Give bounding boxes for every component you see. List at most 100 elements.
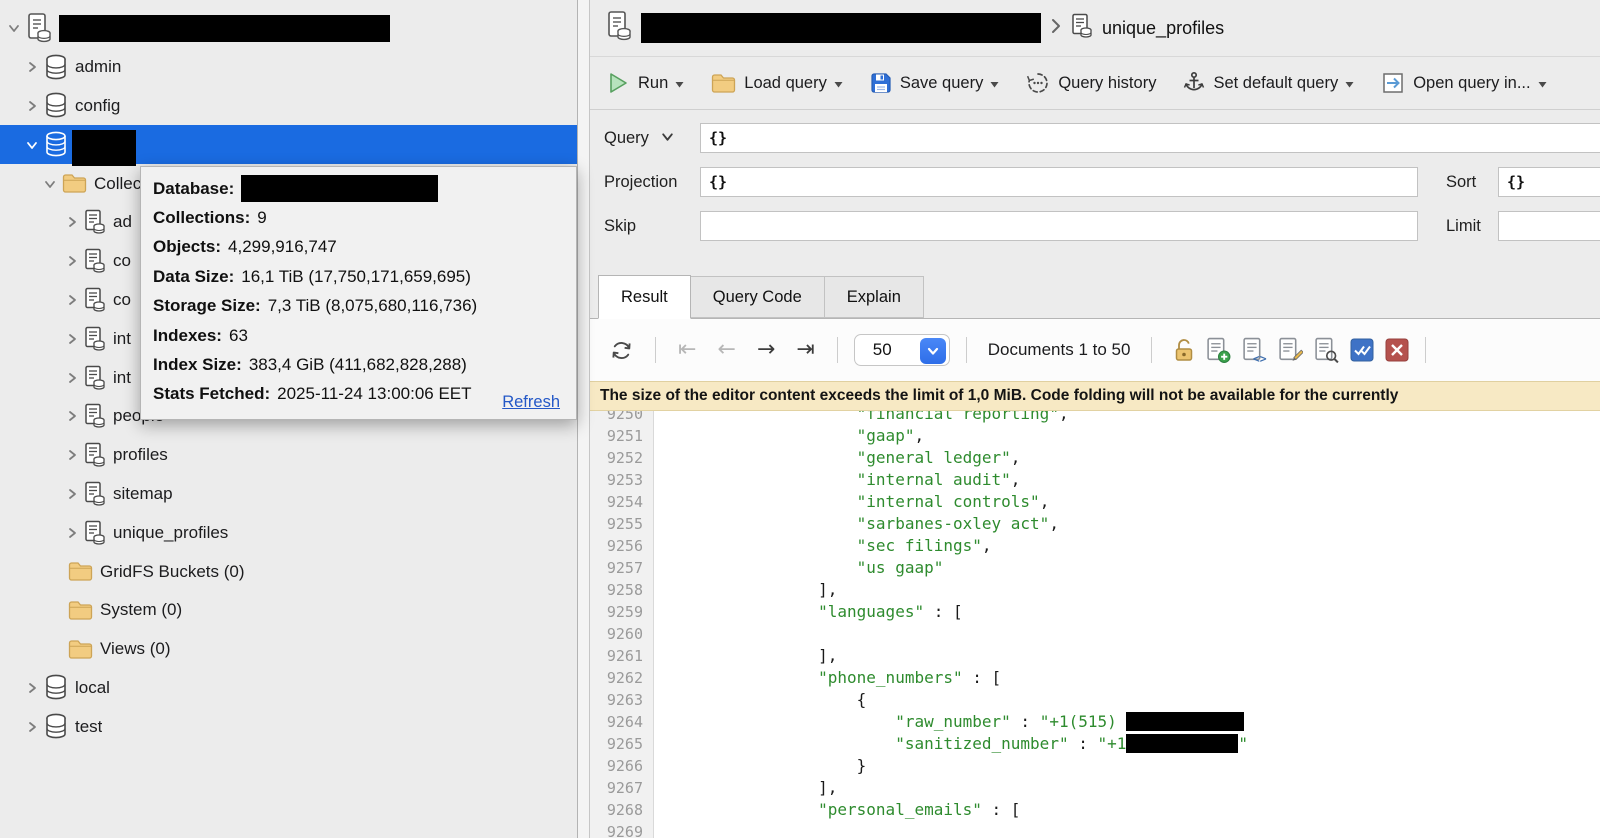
chevron-right-icon[interactable] bbox=[64, 488, 80, 500]
edit-document-icon[interactable] bbox=[1278, 337, 1303, 364]
sort-input[interactable] bbox=[1498, 167, 1600, 197]
run-button[interactable]: Run bbox=[606, 71, 684, 95]
query-history-button[interactable]: Query history bbox=[1026, 71, 1156, 95]
document-action-icons: <> bbox=[1173, 337, 1409, 364]
editor-line: 9257 "us gaap" bbox=[590, 557, 1600, 579]
db-icon bbox=[44, 674, 68, 701]
chevron-down-icon[interactable] bbox=[24, 139, 40, 151]
chevron-right-icon[interactable] bbox=[64, 294, 80, 306]
editor-line: 9250 "financial reporting", bbox=[590, 411, 1600, 425]
chevron-right-icon[interactable] bbox=[64, 410, 80, 422]
tooltip-row: Indexes:63 bbox=[153, 321, 564, 350]
results-toolbar: ⇤ ← → ⇥ 50 Documents 1 to 50 <> bbox=[590, 319, 1600, 381]
sidebar-item-collection-profiles[interactable]: profiles bbox=[0, 436, 577, 475]
editor-line: 9265 "sanitized_number" : "+1" bbox=[590, 733, 1600, 755]
query-input[interactable] bbox=[700, 123, 1600, 153]
refresh-results-icon[interactable] bbox=[604, 337, 639, 364]
folder-icon bbox=[68, 600, 93, 621]
collection-icon bbox=[84, 326, 106, 352]
chevron-down-icon[interactable] bbox=[6, 22, 22, 34]
page-size-select[interactable]: 50 bbox=[854, 334, 950, 366]
chevron-right-icon[interactable] bbox=[64, 527, 80, 539]
chevron-right-icon[interactable] bbox=[64, 255, 80, 267]
editor-line: 9267 ], bbox=[590, 777, 1600, 799]
check-all-icon[interactable] bbox=[1350, 338, 1374, 362]
line-number: 9258 bbox=[590, 579, 654, 601]
sidebar-item-connection[interactable] bbox=[0, 9, 577, 48]
next-page-icon[interactable]: → bbox=[751, 339, 781, 361]
open-query-in-button[interactable]: Open query in... bbox=[1381, 71, 1546, 95]
line-number: 9253 bbox=[590, 469, 654, 491]
collection-icon bbox=[84, 403, 106, 429]
lock-open-icon[interactable] bbox=[1173, 337, 1195, 363]
save-icon bbox=[870, 72, 892, 94]
chevron-down-icon[interactable] bbox=[661, 129, 674, 148]
collection-icon bbox=[84, 365, 106, 391]
query-panel: unique_profiles Run Load query Save query Q… bbox=[590, 0, 1600, 838]
tab-query-code[interactable]: Query Code bbox=[691, 276, 825, 318]
add-document-icon[interactable] bbox=[1206, 337, 1231, 364]
sidebar-item-gridfs-buckets-folder[interactable]: GridFS Buckets (0) bbox=[0, 552, 577, 591]
panel-splitter[interactable] bbox=[578, 0, 590, 838]
open-document-code-icon[interactable]: <> bbox=[1242, 337, 1267, 364]
json-result-editor[interactable]: 9250 "financial reporting",9251 "gaap",9… bbox=[590, 411, 1600, 838]
sidebar-item-db-admin[interactable]: admin bbox=[0, 48, 577, 87]
sidebar-item-collection-sitemap[interactable]: sitemap bbox=[0, 475, 577, 514]
chevron-right-icon[interactable] bbox=[64, 449, 80, 461]
folder-icon bbox=[711, 73, 736, 94]
line-number: 9259 bbox=[590, 601, 654, 623]
collection-icon bbox=[84, 481, 106, 507]
chevron-right-icon[interactable] bbox=[24, 682, 40, 694]
set-default-query-button[interactable]: Set default query bbox=[1183, 71, 1354, 95]
chevron-right-icon[interactable] bbox=[24, 61, 40, 73]
editor-line: 9254 "internal controls", bbox=[590, 491, 1600, 513]
line-number: 9262 bbox=[590, 667, 654, 689]
line-number: 9257 bbox=[590, 557, 654, 579]
limit-input[interactable] bbox=[1498, 211, 1600, 241]
editor-line: 9258 ], bbox=[590, 579, 1600, 601]
folder-icon bbox=[62, 173, 87, 194]
sidebar-item-views-folder[interactable]: Views (0) bbox=[0, 630, 577, 669]
chevron-right-icon[interactable] bbox=[64, 372, 80, 384]
breadcrumb-collection-name: unique_profiles bbox=[1102, 18, 1224, 39]
line-number: 9267 bbox=[590, 777, 654, 799]
sidebar-item-collection-unique-profiles[interactable]: unique_profiles bbox=[0, 513, 577, 552]
chevron-right-icon[interactable] bbox=[24, 100, 40, 112]
tooltip-row: Index Size:383,4 GiB (411,682,828,288) bbox=[153, 350, 564, 379]
collection-icon bbox=[84, 442, 106, 468]
delete-icon[interactable] bbox=[1385, 338, 1409, 362]
load-query-button[interactable]: Load query bbox=[711, 73, 843, 94]
dropdown-caret-icon bbox=[990, 81, 999, 88]
projection-input[interactable] bbox=[700, 167, 1418, 197]
skip-label: Skip bbox=[604, 217, 700, 236]
first-page-icon[interactable]: ⇤ bbox=[672, 339, 702, 361]
banner-text: The size of the editor content exceeds t… bbox=[600, 387, 1398, 405]
skip-input[interactable] bbox=[700, 211, 1418, 241]
editor-line: 9260 bbox=[590, 623, 1600, 645]
chevron-right-icon[interactable] bbox=[64, 216, 80, 228]
save-query-button[interactable]: Save query bbox=[870, 72, 999, 94]
tab-explain[interactable]: Explain bbox=[825, 276, 924, 318]
view-document-icon[interactable] bbox=[1314, 337, 1339, 364]
redacted-database-name bbox=[72, 130, 136, 166]
redacted-connection-name bbox=[641, 13, 1041, 43]
chevron-right-icon[interactable] bbox=[24, 721, 40, 733]
editor-line: 9252 "general ledger", bbox=[590, 447, 1600, 469]
sidebar-item-db-config[interactable]: config bbox=[0, 87, 577, 126]
line-number: 9263 bbox=[590, 689, 654, 711]
sidebar-item-db-local[interactable]: local bbox=[0, 669, 577, 708]
sidebar-item-system-folder[interactable]: System (0) bbox=[0, 591, 577, 630]
dropdown-caret-icon bbox=[675, 81, 684, 88]
chevron-right-icon[interactable] bbox=[64, 333, 80, 345]
tab-result[interactable]: Result bbox=[598, 275, 691, 319]
refresh-link[interactable]: Refresh bbox=[502, 393, 560, 412]
sidebar-item-db-test[interactable]: test bbox=[0, 707, 577, 746]
collection-icon bbox=[1071, 13, 1093, 44]
tooltip-row: Storage Size:7,3 TiB (8,075,680,116,736) bbox=[153, 292, 564, 321]
chevron-down-icon[interactable] bbox=[42, 178, 58, 190]
last-page-icon[interactable]: ⇥ bbox=[790, 339, 820, 361]
db-icon bbox=[44, 131, 68, 158]
chevron-down-icon bbox=[920, 338, 946, 364]
line-number: 9266 bbox=[590, 755, 654, 777]
previous-page-icon[interactable]: ← bbox=[711, 339, 741, 361]
